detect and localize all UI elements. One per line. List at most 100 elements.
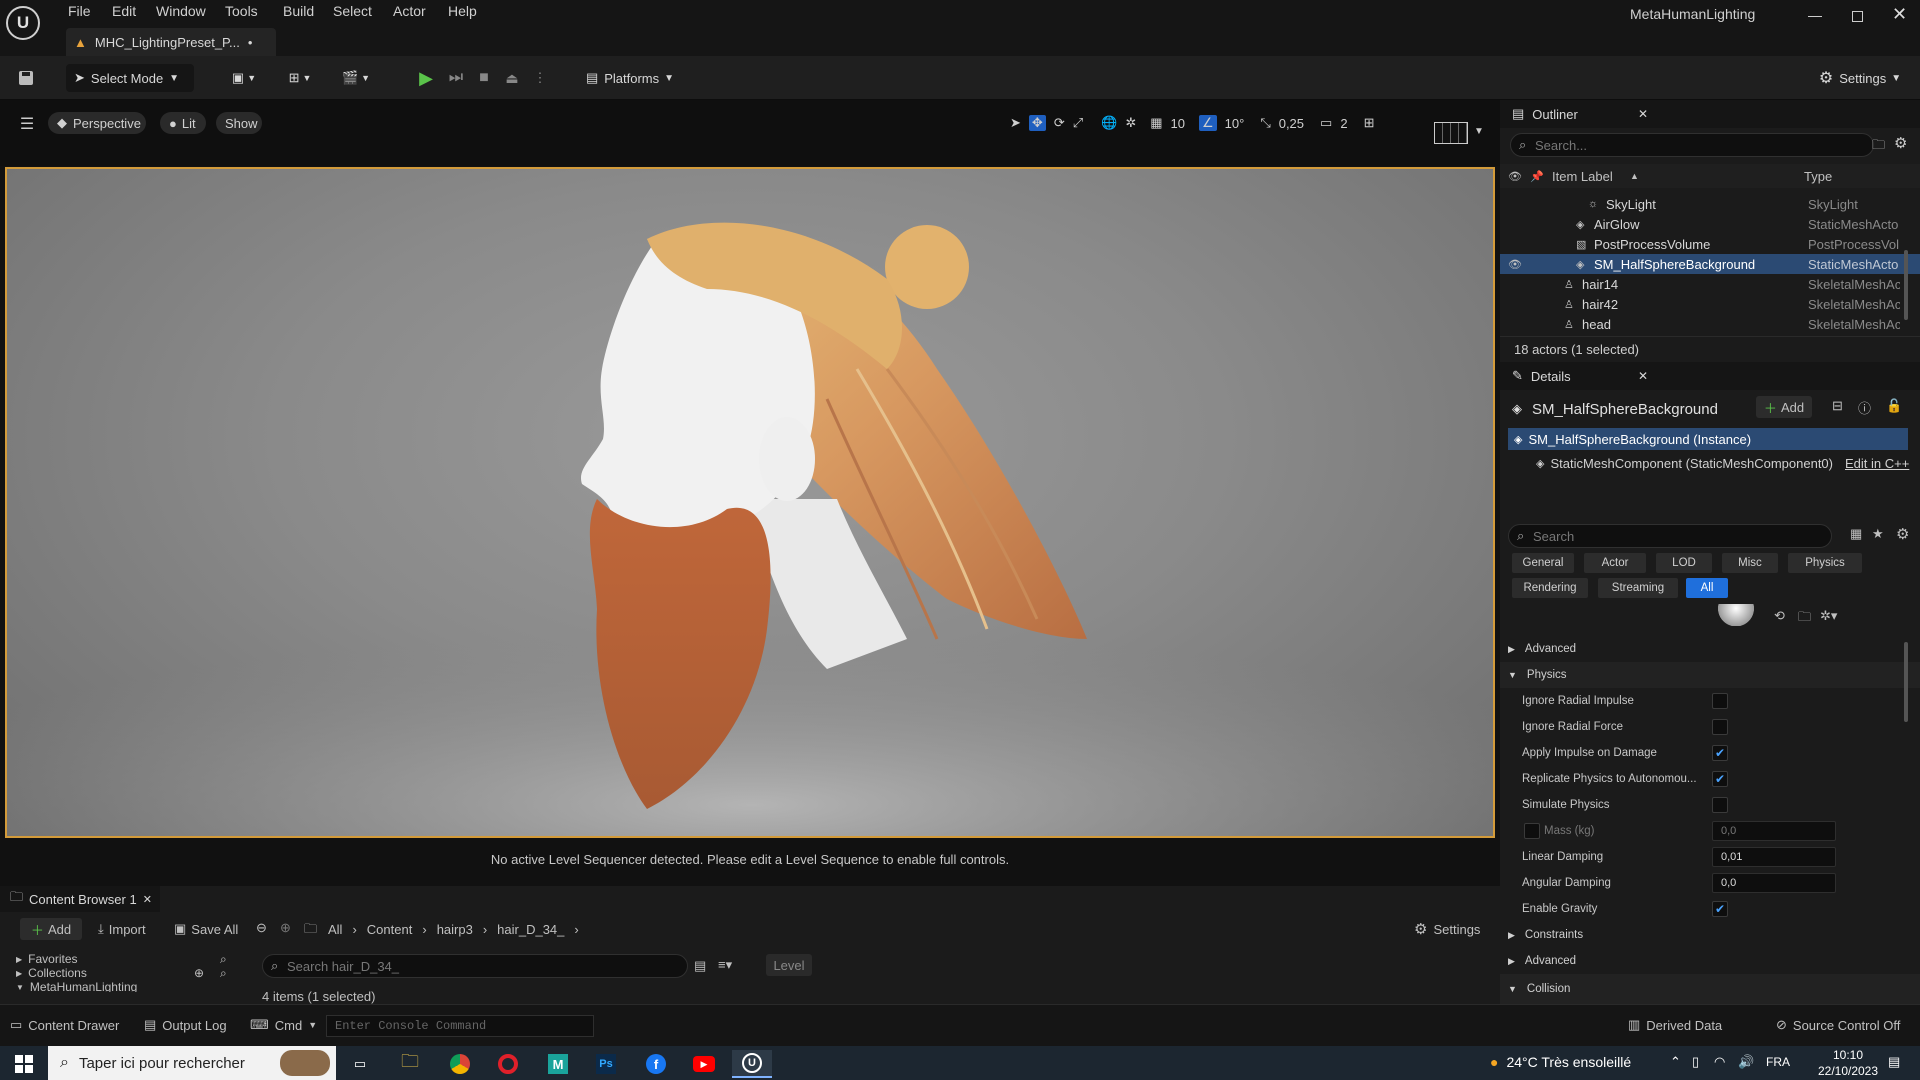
- menu-build[interactable]: Build: [283, 3, 314, 19]
- search-icon[interactable]: ⌕: [220, 966, 227, 981]
- simulate-physics-checkbox[interactable]: [1712, 797, 1728, 813]
- component-row[interactable]: ◈ StaticMeshComponent (StaticMeshCompone…: [1536, 452, 1916, 474]
- menu-help[interactable]: Help: [448, 3, 477, 19]
- save-icon[interactable]: [12, 64, 40, 92]
- translate-tool-icon[interactable]: ✥: [1028, 115, 1046, 131]
- breadcrumb-all[interactable]: All: [328, 922, 342, 937]
- surface-snap-icon[interactable]: ✲: [1125, 115, 1136, 131]
- add-collection-icon[interactable]: ⊕: [194, 966, 204, 980]
- visibility-icon[interactable]: 👁: [1508, 258, 1522, 271]
- close-window-icon[interactable]: ✕: [1892, 4, 1907, 25]
- outliner-row[interactable]: ◈ AirGlow StaticMeshActo: [1500, 214, 1920, 234]
- details-settings-icon[interactable]: ⚙: [1896, 525, 1909, 543]
- blueprints-icon[interactable]: ⊞ ▼: [280, 64, 320, 92]
- outliner-row[interactable]: ☼ SkyLight SkyLight: [1500, 194, 1920, 214]
- lock-icon[interactable]: 🔓: [1886, 398, 1902, 414]
- windows-start-icon[interactable]: [4, 1050, 44, 1078]
- category-streaming[interactable]: Streaming: [1598, 578, 1678, 598]
- table-view-icon[interactable]: ▦: [1850, 526, 1862, 542]
- device-icon[interactable]: ▯: [1692, 1054, 1699, 1070]
- project-section[interactable]: ▼ MetaHumanLighting: [8, 980, 244, 992]
- section-advanced-physics[interactable]: ▶ Advanced: [1500, 948, 1920, 974]
- section-constraints[interactable]: ▶ Constraints: [1500, 922, 1920, 948]
- star-icon[interactable]: ★: [1872, 526, 1884, 542]
- import-button[interactable]: ⤓ Import: [98, 918, 146, 940]
- derived-data-button[interactable]: ▥ Derived Data: [1628, 1017, 1722, 1033]
- mass-override-checkbox[interactable]: [1524, 823, 1540, 839]
- ignore-radial-force-checkbox[interactable]: [1712, 719, 1728, 735]
- cb-settings-button[interactable]: ⚙ Settings: [1414, 918, 1480, 940]
- angular-damping-input[interactable]: 0,0: [1712, 873, 1836, 893]
- outliner-row[interactable]: ♙ head SkeletalMeshAc: [1500, 314, 1920, 334]
- replicate-physics-checkbox[interactable]: ✔: [1712, 771, 1728, 787]
- lit-button[interactable]: ● Lit: [160, 112, 206, 134]
- source-control-button[interactable]: ⊘ Source Control Off: [1776, 1017, 1900, 1033]
- chrome-icon[interactable]: [440, 1050, 480, 1078]
- breadcrumb-content[interactable]: Content: [367, 922, 413, 937]
- cb-search-input[interactable]: ⌕ Search hair_D_34_: [262, 954, 688, 978]
- outliner-row-selected[interactable]: 👁 ◈ SM_HalfSphereBackground StaticMeshAc…: [1500, 254, 1920, 274]
- edit-cpp-link[interactable]: Edit in C++: [1845, 456, 1909, 471]
- category-physics[interactable]: Physics: [1788, 553, 1862, 573]
- category-actor[interactable]: Actor: [1584, 553, 1646, 573]
- minimize-icon[interactable]: [1808, 16, 1822, 17]
- visibility-icon[interactable]: 👁: [1508, 170, 1522, 183]
- favorites-section[interactable]: ▶ Favorites ⌕: [8, 952, 244, 966]
- youtube-icon[interactable]: ▶: [684, 1050, 724, 1078]
- layout-icon[interactable]: ⊞: [1364, 115, 1375, 131]
- content-drawer-button[interactable]: ▭ Content Drawer: [10, 1017, 119, 1033]
- cb-add-button[interactable]: ＋ Add: [20, 918, 82, 940]
- actor-name[interactable]: SM_HalfSphereBackground: [1532, 401, 1718, 418]
- show-button[interactable]: Show: [216, 112, 262, 134]
- output-log-button[interactable]: ▤ Output Log: [144, 1017, 227, 1033]
- add-actor-icon[interactable]: ▣ ▼: [224, 64, 264, 92]
- section-physics[interactable]: ▼ Physics: [1500, 662, 1920, 688]
- viewport-scene[interactable]: [5, 167, 1495, 838]
- section-advanced[interactable]: ▶ Advanced: [1500, 636, 1920, 662]
- maya-icon[interactable]: M: [538, 1050, 578, 1078]
- breadcrumb-hair-d34[interactable]: hair_D_34_: [497, 922, 564, 937]
- unreal-logo-icon[interactable]: U: [6, 6, 40, 40]
- level-viewport[interactable]: ☰ ◆ Perspective ● Lit Show ➤ ✥ ⟳ ⤢ 🌐 ✲ ▦…: [0, 100, 1500, 886]
- collections-section[interactable]: ▶ Collections ⊕ ⌕: [8, 966, 244, 981]
- cmd-dropdown[interactable]: ⌨ Cmd ▼: [250, 1017, 317, 1033]
- language-indicator[interactable]: FRA: [1766, 1055, 1790, 1069]
- photoshop-icon[interactable]: Ps: [586, 1050, 626, 1078]
- add-component-button[interactable]: ＋ Add: [1756, 396, 1812, 418]
- save-search-icon[interactable]: ▤: [694, 958, 706, 974]
- column-item-label[interactable]: Item Label: [1552, 169, 1613, 184]
- rotation-snap-icon[interactable]: ∠: [1198, 115, 1217, 131]
- volume-icon[interactable]: 🔊: [1738, 1054, 1754, 1070]
- pin-icon[interactable]: 📌: [1530, 170, 1544, 183]
- folder-add-icon[interactable]: 🗀: [1872, 136, 1885, 158]
- camera-speed-value[interactable]: 2: [1340, 116, 1347, 131]
- menu-select[interactable]: Select: [333, 3, 372, 19]
- task-view-icon[interactable]: ▭: [340, 1050, 380, 1078]
- forward-icon[interactable]: ⊕: [280, 920, 291, 936]
- scale-snap-value[interactable]: 0,25: [1279, 116, 1304, 131]
- menu-file[interactable]: File: [68, 3, 91, 19]
- details-search-input[interactable]: ⌕ Search: [1508, 524, 1832, 548]
- cinematics-icon[interactable]: 🎬 ▼: [336, 64, 376, 92]
- rotation-snap-value[interactable]: 10°: [1225, 116, 1245, 131]
- outliner-tab[interactable]: ▤ Outliner ✕: [1500, 100, 1920, 128]
- content-browser-tab[interactable]: 🗀 Content Browser 1 ✕: [0, 886, 160, 912]
- category-lod[interactable]: LOD: [1656, 553, 1712, 573]
- menu-actor[interactable]: Actor: [393, 3, 426, 19]
- platforms-dropdown[interactable]: ▤ Platforms ▼: [580, 64, 680, 92]
- eject-icon[interactable]: ⏏: [500, 64, 524, 92]
- browse-icon[interactable]: ⟲: [1774, 608, 1785, 624]
- close-tab-icon[interactable]: ✕: [143, 893, 152, 906]
- back-icon[interactable]: ⊖: [256, 920, 267, 936]
- chevron-down-icon[interactable]: ▼: [1474, 126, 1484, 137]
- apply-impulse-checkbox[interactable]: ✔: [1712, 745, 1728, 761]
- grid-snap-icon[interactable]: ▦: [1150, 115, 1162, 131]
- category-all[interactable]: All: [1686, 578, 1728, 598]
- perspective-button[interactable]: ◆ Perspective: [48, 112, 146, 134]
- category-misc[interactable]: Misc: [1722, 553, 1778, 573]
- close-tab-icon[interactable]: ✕: [1638, 107, 1648, 121]
- column-type[interactable]: Type: [1804, 169, 1832, 184]
- outliner-row[interactable]: ♙ hair14 SkeletalMeshAc: [1500, 274, 1920, 294]
- rotate-tool-icon[interactable]: ⟳: [1054, 115, 1065, 131]
- outliner-search-input[interactable]: ⌕ Search...: [1510, 133, 1874, 157]
